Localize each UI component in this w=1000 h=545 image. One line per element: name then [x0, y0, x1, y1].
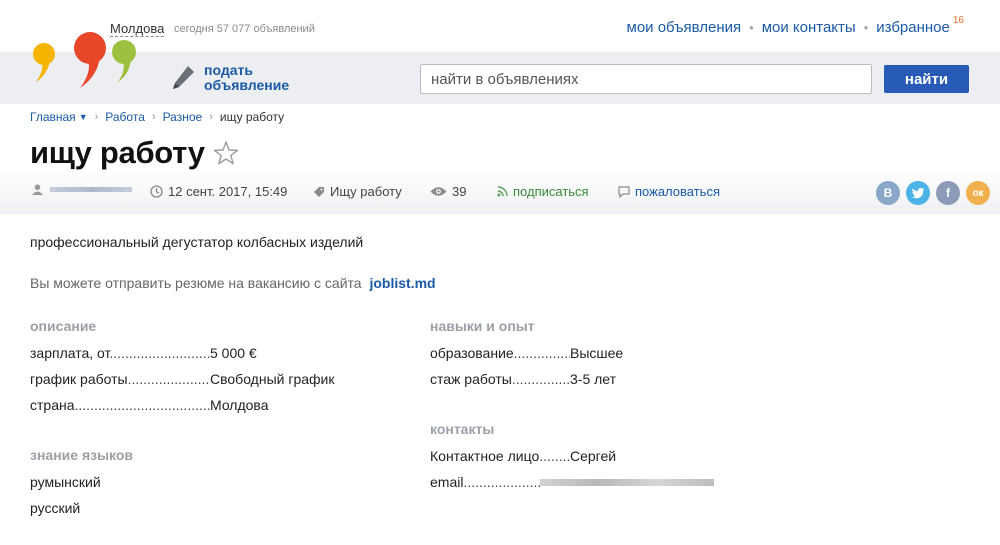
top-bar: Молдова сегодня 57 077 объявлений мои об…	[0, 0, 1000, 52]
attribute-row: зарплата, от 5 000 €	[30, 345, 257, 361]
page-title: ищу работу	[30, 135, 205, 170]
attribute-key: зарплата, от	[30, 345, 210, 361]
rss-icon	[497, 186, 508, 197]
top-navigation: мои объявления • мои контакты • избранно…	[627, 15, 965, 37]
nav-separator: •	[749, 20, 754, 35]
attribute-key: образование	[430, 345, 570, 361]
resume-site-link[interactable]: joblist.md	[369, 275, 435, 291]
chevron-right-icon: ›	[94, 111, 99, 123]
attribute-row: образование Высшее	[430, 345, 623, 361]
complain-link[interactable]: пожаловаться	[618, 184, 720, 199]
clock-icon	[150, 185, 163, 198]
nav-my-ads[interactable]: мои объявления	[627, 19, 742, 36]
resume-note-text: Вы можете отправить резюме на вакансию с…	[30, 275, 362, 291]
title-row: ищу работу	[30, 135, 239, 171]
favorites-count-badge: 16	[952, 15, 964, 26]
pencil-icon	[173, 66, 194, 89]
attribute-key: страна	[30, 397, 210, 413]
search-input[interactable]	[420, 64, 872, 94]
attribute-value: Высшее	[570, 345, 624, 361]
attribute-value: 5 000 €	[210, 345, 257, 361]
ad-views-count: 39	[452, 184, 467, 199]
eye-icon	[430, 187, 447, 196]
vk-share-icon[interactable]: В	[876, 181, 900, 205]
favorite-star-icon[interactable]	[213, 140, 239, 166]
breadcrumb: Главная ▼ › Работа › Разное › ищу работу	[30, 110, 284, 124]
language-item: румынский	[30, 474, 101, 490]
attribute-key: стаж работы	[430, 371, 570, 387]
ad-author[interactable]	[32, 184, 132, 195]
attribute-row: страна Молдова	[30, 397, 269, 413]
search-button[interactable]: найти	[884, 65, 969, 93]
subscribe-link[interactable]: подписаться	[497, 184, 589, 199]
user-icon	[32, 184, 43, 195]
email-value-redacted	[540, 479, 714, 486]
breadcrumb-home[interactable]: Главная	[30, 110, 76, 124]
tag-icon	[314, 186, 324, 197]
breadcrumb-item[interactable]: Разное	[163, 110, 203, 124]
nav-my-contacts[interactable]: мои контакты	[762, 19, 856, 36]
attribute-row: email	[430, 474, 714, 490]
ad-date: 12 сент. 2017, 15:49	[150, 184, 287, 199]
post-ad-label: подать объявление	[204, 62, 290, 93]
attribute-key: email	[430, 474, 540, 490]
ad-category[interactable]: Ищу работу	[313, 184, 402, 199]
subscribe-label: подписаться	[513, 184, 589, 199]
author-name-redacted	[50, 187, 132, 192]
language-item: русский	[30, 500, 81, 516]
section-heading-description: описание	[30, 318, 97, 334]
complain-label: пожаловаться	[635, 184, 720, 199]
caret-down-icon[interactable]: ▼	[79, 112, 88, 122]
attribute-row: Контактное лицо Сергей	[430, 448, 616, 464]
section-heading-skills: навыки и опыт	[430, 318, 535, 334]
nav-separator: •	[863, 20, 869, 35]
breadcrumb-current: ищу работу	[219, 110, 285, 124]
section-heading-languages: знание языков	[30, 447, 134, 463]
ads-count-today: сегодня 57 077 объявлений	[174, 23, 315, 35]
attribute-value: Сергей	[570, 448, 617, 464]
attribute-key: график работы	[30, 371, 210, 387]
twitter-share-icon[interactable]	[906, 181, 930, 205]
attribute-value: Молдова	[210, 397, 269, 413]
attribute-value: Свободный график	[210, 371, 335, 387]
nav-favorites[interactable]: избранное	[876, 19, 950, 36]
attribute-row: стаж работы 3-5 лет	[430, 371, 616, 387]
site-logo[interactable]	[30, 30, 140, 90]
logo-quote-mark-icon	[33, 32, 136, 88]
ad-category-text: Ищу работу	[330, 184, 402, 199]
odnoklassniki-share-icon[interactable]: ок	[966, 181, 990, 205]
resume-note: Вы можете отправить резюме на вакансию с…	[30, 275, 436, 291]
speech-bubble-icon	[618, 185, 630, 198]
ad-views: 39	[430, 184, 466, 199]
ad-date-text: 12 сент. 2017, 15:49	[168, 184, 288, 199]
facebook-share-icon[interactable]: f	[936, 181, 960, 205]
twitter-bird-icon	[911, 187, 924, 198]
attribute-value: 3-5 лет	[570, 371, 617, 387]
section-heading-contacts: контакты	[430, 421, 495, 437]
chevron-right-icon: ›	[151, 111, 156, 123]
ad-description: профессиональный дегустатор колбасных из…	[30, 234, 364, 250]
post-ad-button[interactable]: подать объявление	[170, 63, 289, 93]
attribute-key: Контактное лицо	[430, 448, 570, 464]
breadcrumb-item[interactable]: Работа	[105, 110, 145, 124]
attribute-row: график работы Свободный график	[30, 371, 335, 387]
chevron-right-icon: ›	[209, 111, 213, 123]
